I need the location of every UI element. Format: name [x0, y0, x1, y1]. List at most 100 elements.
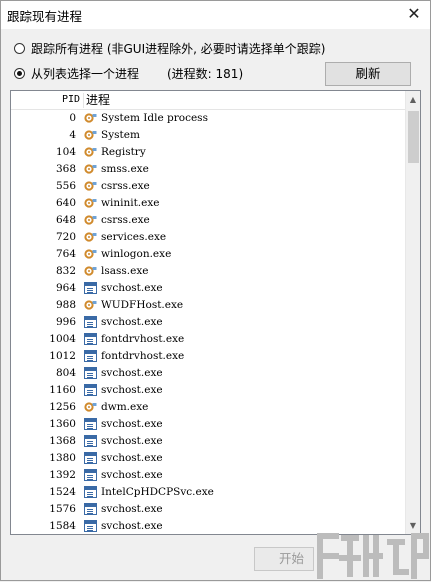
list-item[interactable]: 1368 svchost.exe — [11, 433, 406, 450]
scroll-up-icon[interactable]: ▲ — [406, 91, 420, 108]
list-item[interactable]: 368 smss.exe — [11, 161, 406, 178]
process-pid: 964 — [55, 282, 76, 294]
gear-app-icon — [84, 215, 97, 225]
column-header-pid[interactable]: PID — [11, 91, 83, 109]
list-item[interactable]: 988 WUDFHost.exe — [11, 297, 406, 314]
list-item[interactable]: 964 svchost.exe — [11, 280, 406, 297]
list-item[interactable]: 996 svchost.exe — [11, 314, 406, 331]
process-name: services.exe — [101, 231, 167, 243]
process-pid: 764 — [55, 248, 76, 260]
process-name: svchost.exe — [101, 418, 163, 430]
list-item[interactable]: 764 winlogon.exe — [11, 246, 406, 263]
watermark-logo — [317, 533, 429, 579]
list-item[interactable]: 4 System — [11, 127, 406, 144]
process-pid: 0 — [69, 112, 76, 124]
process-name: fontdrvhost.exe — [101, 350, 185, 362]
process-pid: 1012 — [49, 350, 76, 362]
process-pid: 1360 — [49, 418, 76, 430]
window-app-icon — [84, 520, 97, 532]
list-item[interactable]: 804 svchost.exe — [11, 365, 406, 382]
select-one-label: 从列表选择一个进程 — [31, 66, 140, 81]
close-icon[interactable]: ✕ — [400, 1, 428, 27]
select-one-option[interactable]: 从列表选择一个进程 — [14, 64, 139, 82]
select-one-radio[interactable] — [14, 67, 25, 79]
process-pid: 1256 — [49, 401, 76, 413]
title-bar: 跟踪现有进程 ✕ — [1, 1, 430, 29]
list-item[interactable]: 720 services.exe — [11, 229, 406, 246]
list-item[interactable]: 1524 IntelCpHDCPSvc.exe — [11, 484, 406, 501]
window-app-icon — [84, 418, 97, 430]
process-pid: 720 — [55, 231, 76, 243]
gear-app-icon — [84, 147, 97, 157]
window-app-icon — [84, 367, 97, 379]
trace-all-label: 跟踪所有进程 (非GUI进程除外, 必要时请选择单个跟踪) — [31, 41, 326, 56]
process-pid: 1524 — [49, 486, 76, 498]
gear-app-icon — [84, 130, 97, 140]
process-pid: 368 — [55, 163, 76, 175]
process-pid: 1392 — [49, 469, 76, 481]
column-header-process[interactable]: 进程 — [86, 91, 110, 109]
refresh-button[interactable]: 刷新 — [325, 62, 411, 86]
list-item[interactable]: 1392 svchost.exe — [11, 467, 406, 484]
trace-all-option[interactable]: 跟踪所有进程 (非GUI进程除外, 必要时请选择单个跟踪) — [14, 39, 325, 57]
list-item[interactable]: 104 Registry — [11, 144, 406, 161]
process-name: svchost.exe — [101, 316, 163, 328]
process-name: Registry — [101, 146, 146, 158]
list-item[interactable]: 1576 svchost.exe — [11, 501, 406, 518]
process-pid: 640 — [55, 197, 76, 209]
process-pid: 804 — [55, 367, 76, 379]
list-item[interactable]: 0 System Idle process — [11, 110, 406, 127]
window-app-icon — [84, 316, 97, 328]
window-app-icon — [84, 435, 97, 447]
list-item[interactable]: 1380 svchost.exe — [11, 450, 406, 467]
gear-app-icon — [84, 300, 97, 310]
process-pid: 556 — [55, 180, 76, 192]
process-name: svchost.exe — [101, 520, 163, 532]
gear-app-icon — [84, 402, 97, 412]
list-item[interactable]: 1160 svchost.exe — [11, 382, 406, 399]
process-pid: 104 — [55, 146, 76, 158]
process-pid: 1576 — [49, 503, 76, 515]
process-name: svchost.exe — [101, 503, 163, 515]
process-pid: 1004 — [49, 333, 76, 345]
process-name: csrss.exe — [101, 180, 150, 192]
list-item[interactable]: 1256 dwm.exe — [11, 399, 406, 416]
process-pid: 1584 — [49, 520, 76, 532]
window-app-icon — [84, 384, 97, 396]
list-item[interactable]: 1004 fontdrvhost.exe — [11, 331, 406, 348]
list-item[interactable]: 640 wininit.exe — [11, 195, 406, 212]
window-app-icon — [84, 350, 97, 362]
process-pid: 996 — [55, 316, 76, 328]
process-name: fontdrvhost.exe — [101, 333, 185, 345]
start-button[interactable]: 开始 — [254, 547, 314, 571]
list-item[interactable]: 832 lsass.exe — [11, 263, 406, 280]
process-name: svchost.exe — [101, 452, 163, 464]
window-title: 跟踪现有进程 — [7, 9, 83, 24]
process-pid: 648 — [55, 214, 76, 226]
list-item[interactable]: 556 csrss.exe — [11, 178, 406, 195]
window-app-icon — [84, 333, 97, 345]
list-item[interactable]: 1360 svchost.exe — [11, 416, 406, 433]
list-item[interactable]: 648 csrss.exe — [11, 212, 406, 229]
scroll-thumb[interactable] — [408, 111, 419, 163]
process-pid: 1160 — [49, 384, 76, 396]
process-name: smss.exe — [101, 163, 149, 175]
process-pid: 832 — [55, 265, 76, 277]
process-pid: 1380 — [49, 452, 76, 464]
process-name: winlogon.exe — [101, 248, 172, 260]
process-name: lsass.exe — [101, 265, 149, 277]
process-name: System Idle process — [101, 112, 208, 124]
gear-app-icon — [84, 164, 97, 174]
process-name: svchost.exe — [101, 282, 163, 294]
process-list[interactable]: PID 进程 0 System Idle process 4 System 104 Reg… — [10, 90, 421, 535]
column-divider[interactable] — [83, 93, 84, 108]
trace-all-radio[interactable] — [14, 42, 25, 54]
gear-app-icon — [84, 266, 97, 276]
process-name: svchost.exe — [101, 469, 163, 481]
window-app-icon — [84, 452, 97, 464]
process-name: System — [101, 129, 140, 141]
gear-app-icon — [84, 198, 97, 208]
vertical-scrollbar[interactable]: ▲ ▼ — [405, 91, 420, 534]
process-pid: 1368 — [49, 435, 76, 447]
list-item[interactable]: 1012 fontdrvhost.exe — [11, 348, 406, 365]
